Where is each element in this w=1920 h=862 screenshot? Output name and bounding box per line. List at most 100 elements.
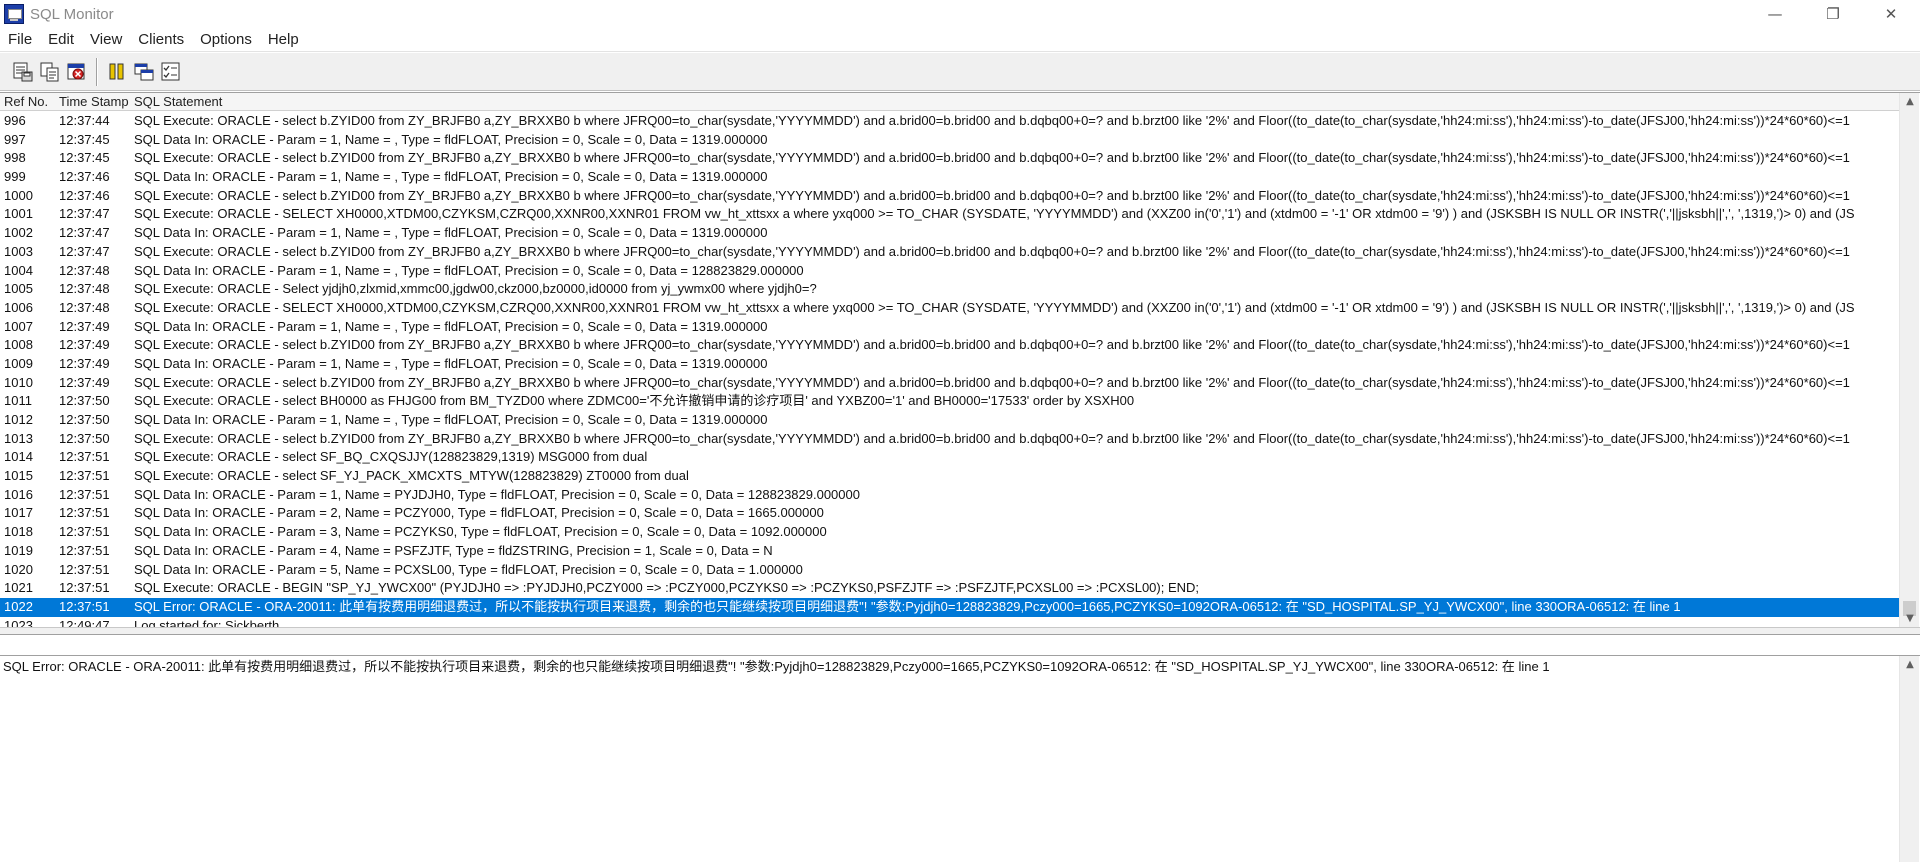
minimize-button[interactable]: — (1746, 0, 1804, 28)
scroll-up-arrow-icon[interactable]: ▲ (1900, 93, 1920, 111)
log-row[interactable]: 1022 12:37:51 SQL Error: ORACLE - ORA-2001… (0, 597, 1900, 617)
log-row-time-stamp: 12:37:47 (59, 225, 110, 241)
window-title: SQL Monitor (30, 5, 114, 23)
log-row[interactable]: 1014 12:37:51 SQL Execute: ORACLE - select… (0, 448, 1900, 467)
close-button[interactable]: ✕ (1862, 0, 1920, 28)
log-row[interactable]: 1010 12:37:49 SQL Execute: ORACLE - select… (0, 374, 1900, 393)
statement-detail-pane[interactable]: SQL Error: ORACLE - ORA-20011: 此单有按费用明细退… (0, 655, 1920, 862)
log-row[interactable]: 1012 12:37:50 SQL Data In: ORACLE - Param … (0, 411, 1900, 430)
log-row[interactable]: 1000 12:37:46 SQL Execute: ORACLE - select… (0, 187, 1900, 206)
log-row-ref-no: 1022 (4, 598, 33, 614)
log-row-time-stamp: 12:37:47 (59, 206, 110, 222)
log-row-sql-statement: SQL Execute: ORACLE - SELECT XH0000,XTDM… (134, 299, 1855, 315)
log-row[interactable]: 1005 12:37:48 SQL Execute: ORACLE - Select… (0, 280, 1900, 299)
log-row-sql-statement: SQL Data In: ORACLE - Param = 1, Name = … (134, 169, 768, 185)
log-row-sql-statement: SQL Execute: ORACLE - select SF_BQ_CXQSJ… (134, 449, 648, 465)
log-row-sql-statement: SQL Data In: ORACLE - Param = 1, Name = … (134, 355, 768, 371)
pause-button[interactable] (103, 58, 130, 85)
log-row-sql-statement: SQL Execute: ORACLE - select SF_YJ_PACK_… (134, 468, 689, 484)
log-row[interactable]: 1017 12:37:51 SQL Data In: ORACLE - Param … (0, 504, 1900, 523)
log-row-sql-statement: SQL Execute: ORACLE - select b.ZYID00 fr… (134, 243, 1850, 259)
log-row[interactable]: 1019 12:37:51 SQL Data In: ORACLE - Param … (0, 542, 1900, 561)
statement-detail-text: SQL Error: ORACLE - ORA-20011: 此单有按费用明细退… (3, 659, 1550, 674)
menu-options[interactable]: Options (192, 29, 260, 51)
log-row-time-stamp: 12:37:51 (59, 524, 110, 540)
log-row-sql-statement: SQL Data In: ORACLE - Param = 1, Name = … (134, 486, 860, 502)
menu-help[interactable]: Help (260, 29, 307, 51)
pane-splitter[interactable] (0, 627, 1920, 635)
log-row[interactable]: 1007 12:37:49 SQL Data In: ORACLE - Param … (0, 318, 1900, 337)
trace-options-button[interactable] (157, 58, 184, 85)
log-row[interactable]: 1008 12:37:49 SQL Execute: ORACLE - select… (0, 336, 1900, 355)
log-row-sql-statement: SQL Data In: ORACLE - Param = 5, Name = … (134, 561, 803, 577)
log-row-ref-no: 996 (4, 113, 26, 128)
log-row[interactable]: 996 12:37:44 SQL Execute: ORACLE - select … (0, 112, 1900, 131)
log-row-ref-no: 1004 (4, 262, 33, 278)
log-row[interactable]: 1020 12:37:51 SQL Data In: ORACLE - Param … (0, 561, 1900, 580)
scroll-down-arrow-icon[interactable]: ▼ (1900, 610, 1920, 627)
log-row[interactable]: 997 12:37:45 SQL Data In: ORACLE - Param =… (0, 131, 1900, 150)
log-row-sql-statement: SQL Data In: ORACLE - Param = 4, Name = … (134, 542, 773, 558)
log-row-sql-statement: SQL Execute: ORACLE - select b.ZYID00 fr… (134, 150, 1850, 166)
log-row-ref-no: 1014 (4, 449, 33, 465)
log-row[interactable]: 1004 12:37:48 SQL Data In: ORACLE - Param … (0, 262, 1900, 281)
detail-vertical-scrollbar[interactable]: ▲ (1899, 656, 1919, 862)
column-header-ref-no[interactable]: Ref No. (4, 93, 48, 111)
log-rows: 996 12:37:44 SQL Execute: ORACLE - select … (0, 112, 1900, 627)
column-header-sql-statement[interactable]: SQL Statement (134, 93, 222, 111)
log-row-sql-statement: SQL Data In: ORACLE - Param = 1, Name = … (134, 262, 804, 278)
maximize-button[interactable]: ❐ (1804, 0, 1862, 28)
log-row-time-stamp: 12:37:44 (59, 113, 110, 128)
log-row[interactable]: 1021 12:37:51 SQL Execute: ORACLE - BEGIN … (0, 579, 1900, 598)
menu-clients[interactable]: Clients (130, 29, 192, 51)
log-row-time-stamp: 12:37:51 (59, 505, 110, 521)
log-row-ref-no: 998 (4, 150, 26, 166)
log-row[interactable]: 1013 12:37:50 SQL Execute: ORACLE - select… (0, 430, 1900, 449)
log-row-ref-no: 1023 (4, 617, 33, 627)
detail-scroll-up-arrow-icon[interactable]: ▲ (1900, 656, 1920, 674)
log-row[interactable]: 1023 12:49:47 Log started for: Sickberth (0, 617, 1900, 627)
app-monitor-icon (4, 4, 24, 24)
log-list[interactable]: Ref No. Time Stamp SQL Statement 996 12:3… (0, 92, 1920, 627)
log-row-time-stamp: 12:37:50 (59, 412, 110, 427)
clear-log-button[interactable] (63, 58, 90, 85)
log-row[interactable]: 1018 12:37:51 SQL Data In: ORACLE - Param … (0, 523, 1900, 542)
log-row-sql-statement: SQL Data In: ORACLE - Param = 2, Name = … (134, 505, 824, 521)
log-row[interactable]: 1015 12:37:51 SQL Execute: ORACLE - select… (0, 467, 1900, 486)
log-row-time-stamp: 12:49:47 (59, 617, 110, 627)
log-row-ref-no: 1012 (4, 412, 33, 427)
log-row-sql-statement: SQL Execute: ORACLE - select b.ZYID00 fr… (134, 337, 1850, 353)
log-row[interactable]: 1002 12:37:47 SQL Data In: ORACLE - Param … (0, 224, 1900, 243)
log-row-ref-no: 1005 (4, 281, 33, 297)
log-row[interactable]: 1009 12:37:49 SQL Data In: ORACLE - Param … (0, 355, 1900, 374)
save-log-icon (13, 62, 32, 81)
column-headers: Ref No. Time Stamp SQL Statement (0, 93, 1900, 111)
log-row-ref-no: 1000 (4, 187, 33, 203)
log-row-time-stamp: 12:37:51 (59, 598, 110, 614)
log-row-time-stamp: 12:37:46 (59, 187, 110, 203)
log-row[interactable]: 1001 12:37:47 SQL Execute: ORACLE - SELECT… (0, 205, 1900, 224)
log-row-sql-statement: SQL Execute: ORACLE - select b.ZYID00 fr… (134, 113, 1850, 128)
clear-log-icon (67, 63, 84, 79)
log-row[interactable]: 1006 12:37:48 SQL Execute: ORACLE - SELECT… (0, 299, 1900, 318)
copy-button[interactable] (36, 58, 63, 85)
title-bar: SQL Monitor — ❐ ✕ (0, 0, 1920, 28)
log-row[interactable]: 1003 12:37:47 SQL Execute: ORACLE - select… (0, 243, 1900, 262)
log-row-ref-no: 1003 (4, 243, 33, 259)
log-vertical-scrollbar[interactable]: ▲ ▼ (1899, 93, 1919, 627)
menu-view[interactable]: View (82, 29, 130, 51)
log-row[interactable]: 998 12:37:45 SQL Execute: ORACLE - select … (0, 149, 1900, 168)
log-row-ref-no: 1009 (4, 355, 33, 371)
log-row[interactable]: 1011 12:37:50 SQL Execute: ORACLE - select… (0, 392, 1900, 411)
copy-icon (40, 62, 58, 81)
log-row-time-stamp: 12:37:49 (59, 355, 110, 371)
menu-edit[interactable]: Edit (40, 29, 82, 51)
column-header-time-stamp[interactable]: Time Stamp (59, 93, 129, 111)
log-row[interactable]: 999 12:37:46 SQL Data In: ORACLE - Param =… (0, 168, 1900, 187)
menu-file[interactable]: File (0, 29, 40, 51)
log-row-time-stamp: 12:37:45 (59, 150, 110, 166)
log-row[interactable]: 1016 12:37:51 SQL Data In: ORACLE - Param … (0, 486, 1900, 505)
log-row-sql-statement: SQL Execute: ORACLE - Select yjdjh0,zlxm… (134, 281, 817, 297)
save-log-button[interactable] (9, 58, 36, 85)
clients-button[interactable] (130, 58, 157, 85)
